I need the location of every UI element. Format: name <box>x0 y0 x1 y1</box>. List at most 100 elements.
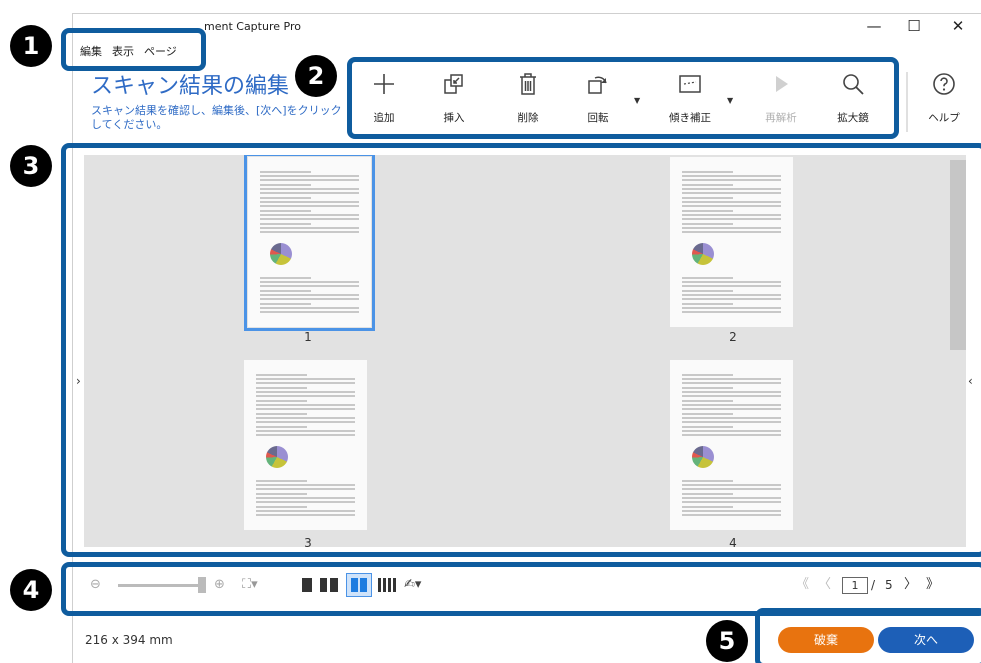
callout-marker-5: 5 <box>706 620 748 662</box>
text-line <box>682 497 781 499</box>
rotate-dropdown-icon[interactable]: ▼ <box>634 96 640 105</box>
page-thumbnail-3[interactable] <box>244 360 367 530</box>
page-thumbnail-1[interactable] <box>244 155 375 331</box>
text-line <box>256 378 355 380</box>
text-line <box>682 408 781 410</box>
zoom-slider-handle[interactable] <box>198 577 206 593</box>
toolbar-divider <box>906 72 908 132</box>
view-single-icon[interactable] <box>302 578 312 592</box>
text-line <box>682 210 733 212</box>
window-title: ment Capture Pro <box>204 20 301 33</box>
deskew-button[interactable]: 傾き補正 <box>662 72 718 125</box>
text-line <box>256 374 307 376</box>
trash-icon <box>520 73 536 95</box>
view-grid-button[interactable] <box>346 573 372 597</box>
help-button[interactable]: ヘルプ <box>916 72 972 125</box>
text-line <box>256 488 355 490</box>
text-line <box>260 171 311 173</box>
view-thumbnails-icon[interactable] <box>378 578 396 592</box>
instruction-text: スキャン結果を確認し、編集後、[次へ]をクリックしてください。 <box>91 104 342 131</box>
right-panel-toggle-icon[interactable]: ‹ <box>968 374 973 388</box>
page-viewer[interactable] <box>84 155 966 547</box>
text-line <box>260 311 359 313</box>
rotate-button[interactable]: 回転 <box>570 72 626 125</box>
text-line <box>682 290 733 292</box>
text-line <box>260 205 359 207</box>
text-line <box>256 434 355 436</box>
deskew-icon <box>679 75 701 93</box>
text-line <box>260 231 359 233</box>
text-line <box>682 184 733 186</box>
edit-pen-icon[interactable]: ✍▾ <box>404 569 421 601</box>
deskew-dropdown-icon[interactable]: ▼ <box>727 96 733 105</box>
text-line <box>256 426 307 428</box>
menu-view[interactable]: 表示 <box>112 45 134 58</box>
next-button[interactable]: 次へ <box>878 627 974 653</box>
text-line <box>682 179 781 181</box>
text-line <box>682 197 733 199</box>
text-line <box>682 421 781 423</box>
text-line <box>682 218 781 220</box>
deskew-label: 傾き補正 <box>669 112 711 124</box>
text-line <box>256 493 307 495</box>
first-page-button[interactable]: 《 <box>796 569 809 601</box>
menu-bar: 編集 表示 ページ <box>80 43 187 59</box>
text-line <box>260 210 311 212</box>
fit-icon[interactable]: ⛶▾ <box>242 569 258 601</box>
delete-button[interactable]: 削除 <box>500 72 556 125</box>
text-line <box>682 391 781 393</box>
left-panel-toggle-icon[interactable]: › <box>76 374 81 388</box>
help-label: ヘルプ <box>928 112 960 124</box>
help-icon <box>933 73 955 95</box>
text-line <box>256 501 355 503</box>
text-line <box>260 197 311 199</box>
text-line <box>260 218 359 220</box>
magnifier-button[interactable]: 拡大鏡 <box>825 72 881 125</box>
text-line <box>682 387 733 389</box>
discard-button[interactable]: 破棄 <box>778 627 874 653</box>
text-line <box>682 223 733 225</box>
add-label: 追加 <box>373 112 395 124</box>
text-line <box>260 281 359 283</box>
previous-page-button[interactable]: 〈 <box>818 569 831 601</box>
text-line <box>256 510 355 512</box>
text-line <box>260 294 359 296</box>
text-line <box>682 294 781 296</box>
reanalyze-button[interactable]: 再解析 <box>753 72 809 125</box>
menu-edit[interactable]: 編集 <box>80 45 102 58</box>
viewer-scrollbar-thumb[interactable] <box>950 160 966 350</box>
text-line <box>682 205 781 207</box>
minimize-button[interactable]: — <box>856 14 892 38</box>
text-line <box>260 227 359 229</box>
page-thumbnail-2[interactable] <box>670 157 793 327</box>
text-line <box>256 484 355 486</box>
text-line <box>682 201 781 203</box>
last-page-button[interactable]: 》 <box>926 569 939 601</box>
rotate-label: 回転 <box>587 112 609 124</box>
text-line <box>256 506 307 508</box>
total-pages: 5 <box>885 578 893 592</box>
insert-button[interactable]: 挿入 <box>426 72 482 125</box>
add-button[interactable]: 追加 <box>356 72 412 125</box>
next-page-button[interactable]: 〉 <box>904 569 917 601</box>
text-line <box>682 192 781 194</box>
text-line <box>682 214 781 216</box>
view-toolbar: ⊖ ⊕ ⛶▾ ✍▾ 《 〈 1 / 5 〉 》 <box>84 569 954 601</box>
maximize-button[interactable]: ☐ <box>896 14 932 38</box>
text-line <box>256 497 355 499</box>
zoom-out-icon[interactable]: ⊖ <box>90 569 101 601</box>
callout-marker-2: 2 <box>295 55 337 97</box>
zoom-slider-track[interactable] <box>118 584 198 587</box>
text-line <box>682 303 733 305</box>
view-double-icon[interactable] <box>320 578 338 592</box>
zoom-in-icon[interactable]: ⊕ <box>214 569 225 601</box>
text-line <box>682 430 781 432</box>
menu-page[interactable]: ページ <box>144 45 177 58</box>
text-line <box>256 382 355 384</box>
text-line <box>682 171 733 173</box>
page-number-2: 2 <box>729 330 737 344</box>
close-button[interactable]: ✕ <box>940 14 976 38</box>
current-page-input[interactable]: 1 <box>842 577 868 594</box>
page-thumbnail-4[interactable] <box>670 360 793 530</box>
text-line <box>260 192 359 194</box>
